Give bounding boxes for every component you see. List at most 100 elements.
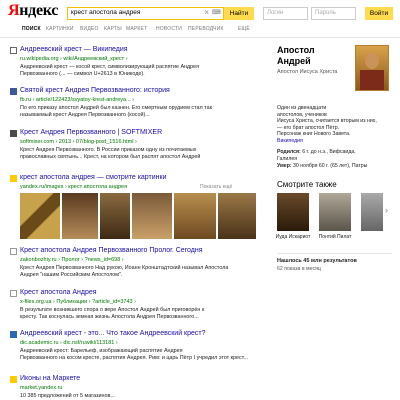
header: Яндекс крест апостола андрея × ⌨ Найти Л… bbox=[0, 0, 400, 22]
market-icon bbox=[10, 376, 17, 383]
more-images-link[interactable]: Показать ещё bbox=[200, 184, 232, 190]
panel-title: Апостол Андрей bbox=[277, 45, 315, 67]
died-label: Умер: bbox=[277, 163, 292, 169]
panel-subtitle: Апостол Иисуса Христа bbox=[277, 69, 338, 75]
result-item: Святой крест Андрея Первозванного: истор… bbox=[10, 87, 265, 121]
result-title[interactable]: Андреевский крест - это... Что такое Анд… bbox=[20, 330, 206, 337]
results-count: Нашлось 45 млн результатов bbox=[277, 258, 357, 264]
wikipedia-link[interactable]: Википедия bbox=[277, 138, 387, 145]
tab-translate[interactable]: переводчик bbox=[188, 26, 224, 32]
result-snippet: Андрея "нашим Российским Апостолом". bbox=[20, 272, 123, 278]
result-snippet: называемый крест Андрея Первозванного (к… bbox=[20, 112, 150, 118]
born-row: Родился: 6 г. до н.э., Вифсаида, bbox=[277, 149, 356, 155]
icon-robe bbox=[360, 70, 384, 90]
login-field[interactable]: Логин bbox=[263, 7, 308, 20]
site-icon bbox=[10, 130, 17, 137]
result-url[interactable]: market.yandex.ru bbox=[20, 385, 63, 391]
result-item: Андреевский крест — Википедия ru.wikiped… bbox=[10, 46, 265, 80]
result-item: Крест апостола Андрея Первозванного Прол… bbox=[10, 247, 265, 281]
image-thumbnail[interactable] bbox=[132, 193, 172, 239]
panel-title-line: Андрей bbox=[277, 56, 311, 66]
panel-description: Один из двенадцати апостолов, учеников И… bbox=[277, 105, 387, 144]
site-icon bbox=[10, 248, 17, 255]
image-thumbnail[interactable] bbox=[174, 193, 216, 239]
result-url[interactable]: x-files.org.ua › Публикации › ?article_i… bbox=[20, 299, 136, 305]
search-tabs: поиск картинки видео карты маркет новост… bbox=[22, 26, 392, 36]
result-snippet: Крест Андрея Первозванного Над рукою, Ио… bbox=[20, 265, 229, 271]
enter-button[interactable]: Войти bbox=[365, 7, 393, 20]
site-icon bbox=[10, 88, 17, 95]
tab-search[interactable]: поиск bbox=[22, 26, 41, 32]
result-title[interactable]: Крест Андрея Первозванного | SOFTMIXER bbox=[20, 129, 162, 136]
tab-news[interactable]: новости bbox=[156, 26, 182, 32]
yandex-logo[interactable]: Яндекс bbox=[8, 2, 58, 20]
logo-rest: ндекс bbox=[19, 2, 59, 19]
monthly-shows: 62 показа в месяц bbox=[277, 266, 321, 272]
result-url[interactable]: dic.academic.ru › dic.nsf/ruwiki/113181 … bbox=[20, 340, 118, 346]
result-item: Андреевский крест - это... Что такое Анд… bbox=[10, 330, 265, 364]
images-icon bbox=[10, 175, 17, 182]
result-title[interactable]: Крест апостола Андрея Первозванного Прол… bbox=[20, 247, 203, 254]
image-thumbnail[interactable] bbox=[20, 193, 60, 239]
result-snippet: кресту. Так коснулась земная жизнь Апост… bbox=[20, 314, 199, 320]
tab-video[interactable]: видео bbox=[80, 26, 99, 32]
result-title[interactable]: Крест апостола Андрея bbox=[20, 289, 97, 296]
result-title[interactable]: Святой крест Андрея Первозванного: истор… bbox=[20, 87, 170, 94]
result-item: Крест апостола Андрея x-files.org.ua › П… bbox=[10, 289, 265, 323]
search-value: крест апостола андрея bbox=[71, 9, 141, 16]
result-title[interactable]: Андреевский крест — Википедия bbox=[20, 46, 128, 53]
result-url[interactable]: yandex.ru/images › крест апостола андрея bbox=[20, 184, 127, 190]
tab-images[interactable]: картинки bbox=[46, 26, 74, 32]
result-snippet: православных святынь... Крест, на которо… bbox=[20, 154, 201, 160]
wikipedia-icon bbox=[10, 47, 17, 54]
clear-icon[interactable]: × bbox=[204, 8, 209, 17]
result-url[interactable]: zakonbozhiy.ru › Пролог › ?news_id=698 › bbox=[20, 257, 124, 263]
person-name[interactable]: Иуда Искариот bbox=[273, 234, 313, 240]
icon-face bbox=[365, 53, 379, 69]
result-snippet: В результате возникшего спора о вере Апо… bbox=[20, 307, 205, 313]
search-input[interactable]: крест апостола андрея × ⌨ bbox=[67, 7, 224, 20]
person-thumbnail[interactable] bbox=[319, 193, 351, 231]
died-row: Умер: 30 ноября 60 г. (65 лет), Патры bbox=[277, 163, 367, 169]
tabs-divider bbox=[0, 37, 400, 38]
tab-maps[interactable]: карты bbox=[104, 26, 122, 32]
see-also-heading: Смотрите также bbox=[277, 180, 337, 189]
born-label: Родился: bbox=[277, 149, 301, 155]
died-value: 30 ноября 60 г. (65 лет), Патры bbox=[293, 163, 368, 169]
person-thumbnail[interactable] bbox=[361, 193, 383, 231]
result-snippet: Крест Андрея Первозванного. В России при… bbox=[20, 147, 197, 153]
apostle-icon-image[interactable] bbox=[355, 45, 389, 91]
keyboard-icon[interactable]: ⌨ bbox=[212, 9, 221, 17]
panel-divider bbox=[277, 253, 392, 254]
born-place: Галилея bbox=[277, 156, 298, 162]
password-field[interactable]: Пароль bbox=[311, 7, 356, 20]
tab-market[interactable]: маркет bbox=[126, 26, 147, 32]
site-icon bbox=[10, 331, 17, 338]
find-button[interactable]: Найти bbox=[224, 7, 254, 20]
result-item: Иконы на Маркете market.yandex.ru 10 385… bbox=[10, 375, 265, 400]
result-snippet: Первозванного на косом кресте, распятия … bbox=[20, 355, 249, 361]
logo-first-letter: Я bbox=[8, 2, 20, 19]
result-url[interactable]: softmixer.com › 2013 › 07/blog-post_1516… bbox=[20, 139, 137, 145]
image-strip bbox=[20, 193, 256, 239]
result-url[interactable]: fb.ru › article/122423/svyatoy-krest-and… bbox=[20, 97, 134, 103]
result-title[interactable]: Иконы на Маркете bbox=[20, 375, 80, 382]
result-title[interactable]: крест апостола андрея — смотрите картинк… bbox=[20, 174, 167, 181]
person-name[interactable]: Понтий Пилат bbox=[315, 234, 355, 240]
image-thumbnail[interactable] bbox=[100, 193, 130, 239]
site-icon bbox=[10, 290, 17, 297]
person-thumbnail[interactable] bbox=[277, 193, 309, 231]
image-thumbnail[interactable] bbox=[62, 193, 98, 239]
result-snippet: 10 385 предложений от 5 магазинов... bbox=[20, 393, 115, 399]
image-thumbnail[interactable] bbox=[218, 193, 256, 239]
description-line: Иисуса Христа, считается вторым из них, bbox=[277, 118, 377, 124]
result-snippet: Андреевский крест: Барельеф, изображающи… bbox=[20, 348, 183, 354]
born-value: 6 г. до н.э., Вифсаида, bbox=[302, 149, 356, 155]
panel-title-line: Апостол bbox=[277, 45, 315, 55]
chevron-right-icon[interactable]: › bbox=[385, 205, 388, 215]
result-item: Крест Андрея Первозванного | SOFTMIXER s… bbox=[10, 129, 265, 163]
result-url[interactable]: ru.wikipedia.org › wiki/Андреевский_крес… bbox=[20, 56, 128, 62]
tab-more[interactable]: ещё bbox=[238, 26, 250, 32]
result-snippet: По его приказу апостол Андрей был казнен… bbox=[20, 105, 212, 111]
result-snippet: Андреевский крест — косой крест, символи… bbox=[20, 64, 200, 70]
